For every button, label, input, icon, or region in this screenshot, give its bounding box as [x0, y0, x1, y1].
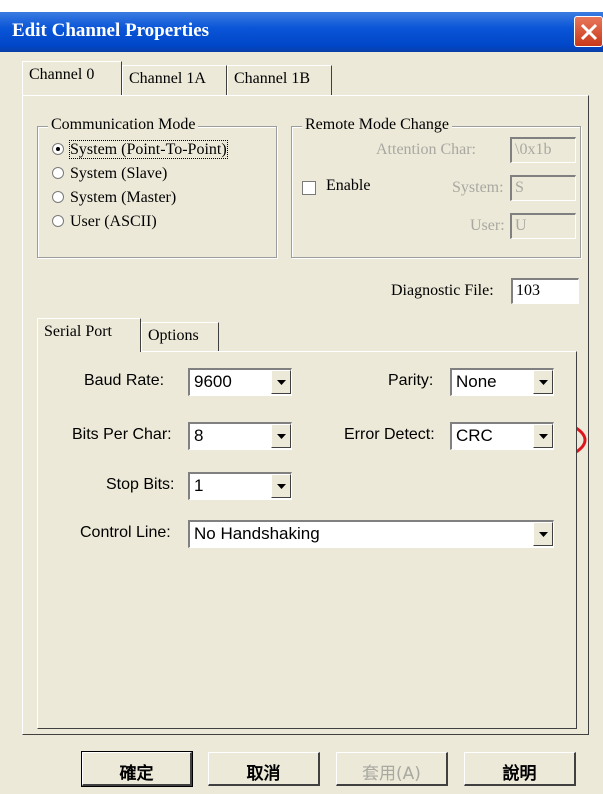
channel-tab-strip: Channel 0 Channel 1A Channel 1B — [22, 61, 582, 97]
tab-label: Channel 1B — [234, 70, 310, 87]
dropdown-arrow-icon[interactable] — [271, 370, 291, 394]
radio-icon — [52, 215, 64, 227]
apply-button: 套用(A) — [336, 752, 448, 786]
radio-label: System (Slave) — [70, 165, 168, 182]
remote-mode-change-group: Remote Mode Change Attention Char: \0x1b… — [291, 116, 581, 258]
tab-serial-port[interactable]: Serial Port — [37, 318, 141, 352]
dropdown-arrow-icon[interactable] — [271, 424, 291, 448]
radio-master[interactable]: System (Master) — [52, 189, 176, 207]
radio-slave[interactable]: System (Slave) — [52, 165, 167, 183]
tab-channel-0[interactable]: Channel 0 — [22, 61, 122, 95]
enable-checkbox[interactable] — [302, 181, 316, 195]
diagnostic-file-label: Diagnostic File: — [391, 282, 494, 299]
diagnostic-file-field[interactable]: 103 — [511, 278, 579, 304]
radio-user-ascii[interactable]: User (ASCII) — [52, 213, 157, 231]
control-line-select[interactable]: No Handshaking — [188, 520, 554, 548]
window-title: Edit Channel Properties — [12, 20, 210, 41]
combo-value: No Handshaking — [194, 524, 320, 543]
dropdown-arrow-icon[interactable] — [533, 370, 553, 394]
combo-value: 8 — [194, 426, 204, 445]
dropdown-arrow-icon[interactable] — [271, 474, 291, 498]
serial-port-panel: Baud Rate: 9600 Parity: None Bits Per Ch… — [37, 351, 577, 729]
help-button[interactable]: 說明 — [464, 752, 576, 786]
baud-rate-select[interactable]: 9600 — [188, 368, 292, 396]
combo-value: CRC — [456, 426, 493, 445]
ok-button[interactable]: 確定 — [81, 751, 193, 787]
dropdown-arrow-icon[interactable] — [533, 522, 553, 546]
bits-per-char-label: Bits Per Char: — [72, 426, 172, 443]
enable-label: Enable — [326, 177, 371, 194]
stop-bits-label: Stop Bits: — [106, 476, 175, 493]
tab-label: Channel 1A — [129, 70, 206, 87]
tab-label: Channel 0 — [29, 66, 95, 83]
close-button[interactable] — [574, 16, 603, 47]
user-label: User: — [470, 217, 505, 234]
communication-mode-group: Communication Mode System (Point-To-Poin… — [37, 116, 277, 258]
stop-bits-select[interactable]: 1 — [188, 472, 292, 500]
edit-channel-properties-dialog: Edit Channel Properties Channel 0 Channe… — [0, 12, 603, 794]
radio-point-to-point[interactable]: System (Point-To-Point) — [52, 140, 228, 159]
tab-channel-1a[interactable]: Channel 1A — [122, 65, 227, 95]
radio-label: User (ASCII) — [70, 213, 157, 230]
attention-char-field: \0x1b — [510, 137, 576, 163]
radio-label: System (Point-To-Point) — [69, 140, 228, 159]
parity-label: Parity: — [388, 372, 434, 389]
system-label: System: — [452, 179, 504, 196]
bits-per-char-select[interactable]: 8 — [188, 422, 292, 450]
tab-options[interactable]: Options — [141, 322, 219, 352]
close-icon — [580, 23, 598, 41]
combo-value: 9600 — [194, 372, 232, 391]
tab-channel-1b[interactable]: Channel 1B — [227, 65, 332, 95]
radio-selected-icon — [52, 143, 64, 155]
channel-tab-panel: Communication Mode System (Point-To-Poin… — [22, 95, 589, 735]
remote-mode-change-label: Remote Mode Change — [302, 116, 452, 134]
attention-char-label: Attention Char: — [376, 141, 476, 158]
error-detect-label: Error Detect: — [344, 426, 435, 443]
radio-icon — [52, 191, 64, 203]
user-field: U — [510, 213, 576, 239]
combo-value: None — [456, 372, 497, 391]
radio-icon — [52, 167, 64, 179]
communication-mode-label: Communication Mode — [48, 116, 199, 134]
tab-label: Options — [148, 327, 199, 344]
control-line-label: Control Line: — [80, 524, 171, 541]
cancel-button[interactable]: 取消 — [208, 752, 320, 786]
error-detect-select[interactable]: CRC — [450, 422, 554, 450]
radio-label: System (Master) — [70, 189, 177, 206]
tab-label: Serial Port — [44, 323, 112, 340]
title-bar: Edit Channel Properties — [0, 12, 603, 52]
dropdown-arrow-icon[interactable] — [533, 424, 553, 448]
baud-rate-label: Baud Rate: — [84, 372, 165, 389]
parity-select[interactable]: None — [450, 368, 554, 396]
system-field: S — [510, 175, 576, 201]
combo-value: 1 — [194, 476, 204, 495]
